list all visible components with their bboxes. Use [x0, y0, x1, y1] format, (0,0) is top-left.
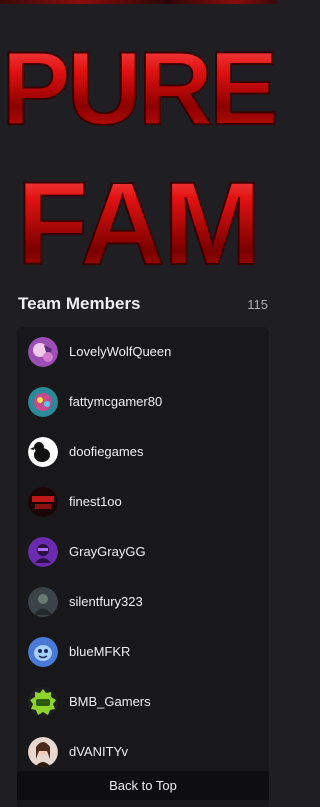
avatar [28, 737, 58, 767]
avatar [28, 387, 58, 417]
member-name: BMB_Gamers [69, 694, 151, 709]
member-name: doofiegames [69, 444, 144, 459]
avatar [28, 487, 58, 517]
member-row[interactable]: doofiegames [17, 432, 269, 472]
member-row[interactable]: BMB_Gamers [17, 682, 269, 722]
member-row[interactable]: LovelyWolfQueen [17, 332, 269, 372]
member-row[interactable]: silentfury323 [17, 582, 269, 622]
avatar [28, 637, 58, 667]
team-members-title: Team Members [18, 294, 141, 313]
avatar [28, 537, 58, 567]
member-name: fattymcgamer80 [69, 394, 163, 409]
logo-line-fam: FAM [16, 158, 259, 282]
member-row[interactable]: GrayGrayGG [17, 532, 269, 572]
logo-line-pure: PURE [2, 31, 276, 147]
member-name: dVANITYv [69, 744, 129, 759]
member-name: LovelyWolfQueen [69, 344, 172, 359]
pure-fam-logo: PURE FAM [1, 30, 277, 282]
member-row[interactable]: fattymcgamer80 [17, 382, 269, 422]
team-members-header: Team Members 115 [18, 294, 268, 318]
avatar [28, 587, 58, 617]
member-row[interactable]: blueMFKR [17, 632, 269, 672]
team-members-list: LovelyWolfQueen fattymcgamer80 doofiegam… [17, 327, 269, 807]
member-name: GrayGrayGG [69, 544, 146, 559]
top-banner-strip [0, 0, 277, 4]
member-row[interactable]: dVANITYv [17, 732, 269, 772]
team-members-count: 115 [247, 297, 268, 312]
avatar [28, 337, 58, 367]
member-name: silentfury323 [69, 594, 143, 609]
team-page: PURE FAM Team Members 115 LovelyWolfQuee… [0, 0, 277, 807]
back-to-top-button[interactable]: Back to Top [17, 771, 269, 800]
member-name: finest1oo [69, 494, 122, 509]
avatar [28, 437, 58, 467]
member-row[interactable]: finest1oo [17, 482, 269, 522]
member-name: blueMFKR [69, 644, 131, 659]
avatar [28, 687, 58, 717]
